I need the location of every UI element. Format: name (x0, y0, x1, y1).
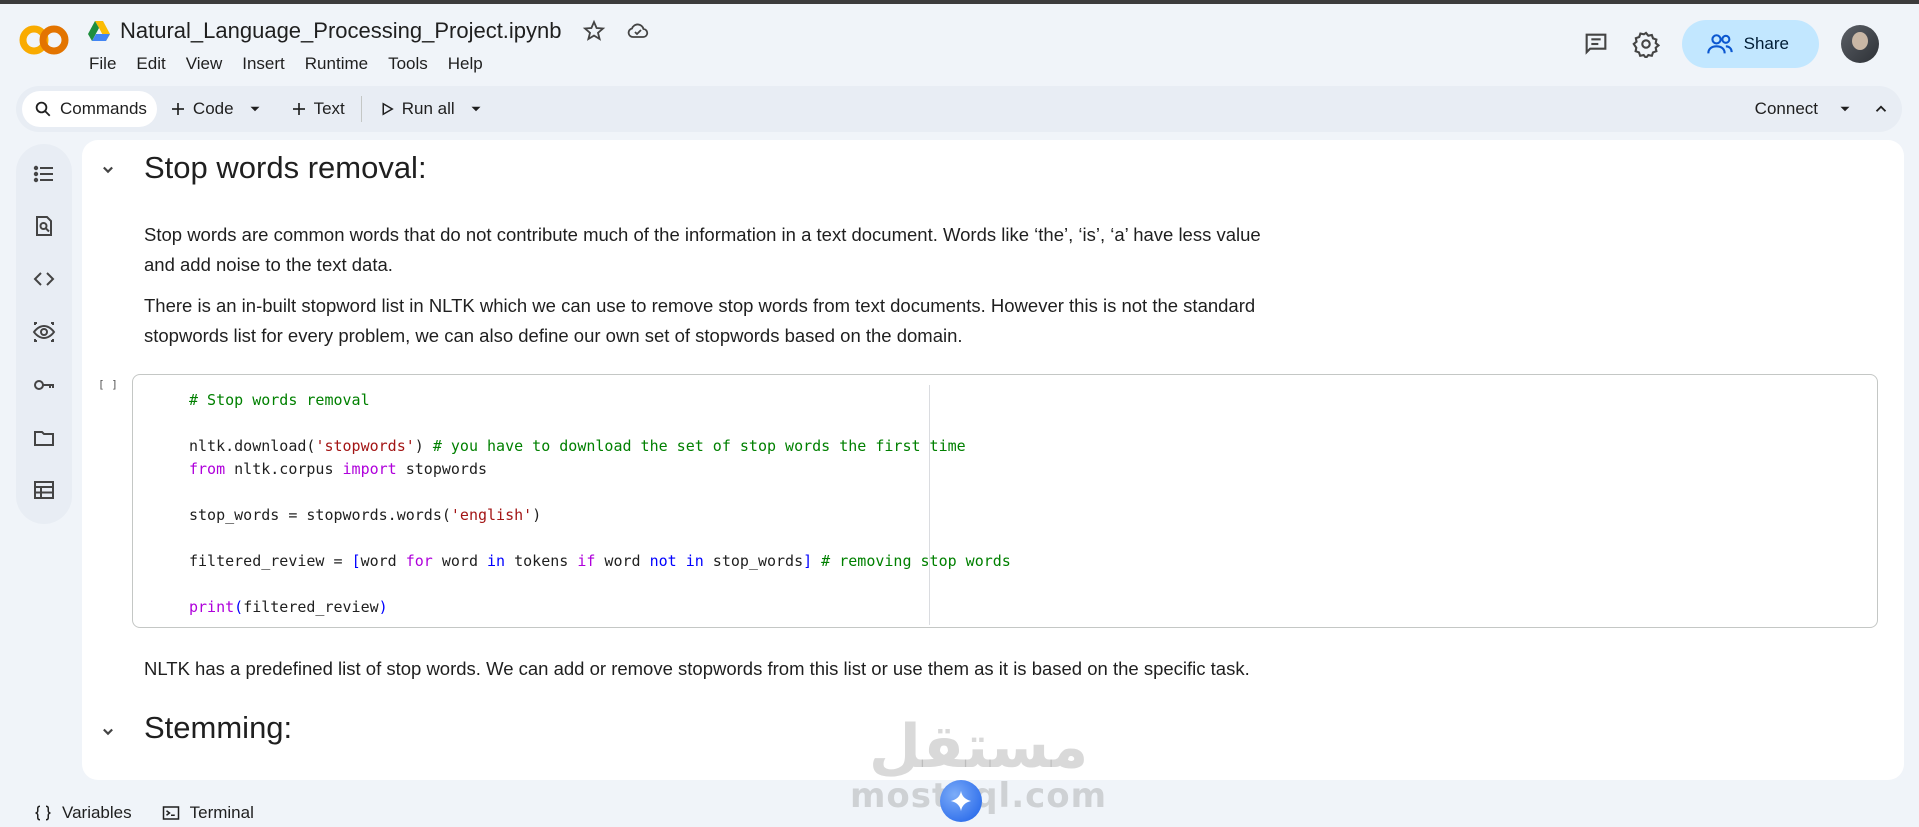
paragraph-line: and add noise to the text data. (144, 254, 393, 275)
paragraph-line: stopwords list for every problem, we can… (144, 325, 963, 346)
google-drive-icon[interactable] (88, 21, 110, 41)
code-snippets-icon[interactable] (32, 267, 56, 291)
notebook-title[interactable]: Natural_Language_Processing_Project.ipyn… (120, 18, 562, 44)
terminal-label: Terminal (189, 802, 254, 822)
variables-label: Variables (62, 802, 132, 822)
terminal-button[interactable]: Terminal (162, 803, 254, 823)
share-label: Share (1743, 34, 1789, 53)
search-icon (35, 101, 51, 117)
add-code-label: Code (192, 99, 234, 118)
secrets-eye-icon[interactable] (32, 320, 56, 344)
key-icon[interactable] (32, 373, 56, 397)
add-text-button[interactable]: Text (278, 91, 357, 127)
table-of-contents-icon[interactable] (32, 162, 56, 186)
code-line: # Stop words removal (189, 391, 370, 409)
app-header: Natural_Language_Processing_Project.ipyn… (0, 4, 1919, 84)
chevron-down-icon[interactable] (467, 100, 485, 118)
cloud-saved-icon[interactable] (626, 19, 650, 43)
commands-label: Commands (60, 99, 147, 118)
find-in-page-icon[interactable] (32, 214, 56, 238)
chevron-down-icon[interactable] (1836, 100, 1854, 118)
collapse-section-icon[interactable] (98, 160, 118, 180)
terminal-icon (162, 805, 179, 820)
side-rail (16, 144, 72, 524)
menu-bar: File Edit View Insert Runtime Tools Help (89, 54, 483, 74)
paragraph-line: There is an in-built stopword list in NL… (144, 295, 1256, 316)
code-line: nltk.download('stopwords') # you have to… (189, 437, 966, 455)
connect-button[interactable]: Connect (1755, 99, 1818, 119)
toolbar-divider (360, 96, 362, 122)
menu-tools[interactable]: Tools (388, 54, 428, 74)
gemini-button[interactable] (940, 780, 982, 822)
menu-edit[interactable]: Edit (136, 54, 165, 74)
section-heading-stop-words: Stop words removal: (144, 150, 427, 185)
notebook-content: Stop words removal: Stop words are commo… (82, 140, 1904, 780)
code-line: from nltk.corpus import stopwords (189, 460, 488, 478)
folder-icon[interactable] (32, 426, 56, 450)
add-text-label: Text (313, 99, 345, 118)
variables-button[interactable]: Variables (34, 803, 132, 823)
code-line: print(filtered_review) (189, 598, 388, 616)
menu-help[interactable]: Help (448, 54, 483, 74)
paragraph-line: Stop words are common words that do not … (144, 224, 1261, 245)
run-all-label: Run all (401, 99, 455, 118)
toolbar-left: Commands Code Text Run all (22, 91, 485, 127)
cell-run-indicator[interactable]: [ ] (98, 378, 118, 391)
commands-button[interactable]: Commands (22, 91, 157, 127)
code-line: stop_words = stopwords.words('english') (189, 506, 542, 524)
collapse-section-icon[interactable] (98, 722, 118, 742)
plus-icon (171, 103, 184, 115)
data-table-icon[interactable] (32, 478, 56, 502)
text-cell-paragraph-2[interactable]: There is an in-built stopword list in NL… (144, 291, 1255, 351)
header-actions: Share (1582, 20, 1879, 68)
play-icon (382, 102, 394, 116)
code-editor[interactable]: # Stop words removal nltk.download('stopw… (189, 389, 1011, 619)
plus-icon (292, 103, 305, 115)
menu-runtime[interactable]: Runtime (305, 54, 368, 74)
sparkle-icon (950, 790, 972, 812)
menu-file[interactable]: File (89, 54, 116, 74)
braces-icon (35, 805, 51, 820)
chevron-up-icon[interactable] (1872, 100, 1890, 118)
notebook-toolbar: Commands Code Text Run all Connect (16, 86, 1902, 132)
menu-view[interactable]: View (186, 54, 223, 74)
colab-logo-icon[interactable] (18, 22, 70, 58)
chevron-down-icon[interactable] (246, 100, 264, 118)
user-avatar[interactable] (1841, 25, 1879, 63)
text-cell-paragraph-3[interactable]: NLTK has a predefined list of stop words… (144, 654, 1250, 684)
section-heading-stemming: Stemming: (144, 710, 293, 745)
code-line: filtered_review = [word for word in toke… (189, 552, 1011, 570)
add-code-button[interactable]: Code (157, 91, 246, 127)
menu-insert[interactable]: Insert (242, 54, 285, 74)
settings-gear-icon[interactable] (1631, 30, 1660, 58)
star-icon[interactable] (582, 19, 606, 43)
comment-icon[interactable] (1582, 30, 1610, 58)
toolbar-right: Connect (1755, 91, 1890, 127)
share-button[interactable]: Share (1681, 20, 1819, 68)
people-icon (1706, 34, 1733, 54)
run-all-button[interactable]: Run all (366, 91, 467, 127)
code-cell[interactable]: # Stop words removal nltk.download('stopw… (132, 374, 1878, 628)
title-row: Natural_Language_Processing_Project.ipyn… (88, 18, 650, 44)
text-cell-paragraph-1[interactable]: Stop words are common words that do not … (144, 220, 1261, 280)
